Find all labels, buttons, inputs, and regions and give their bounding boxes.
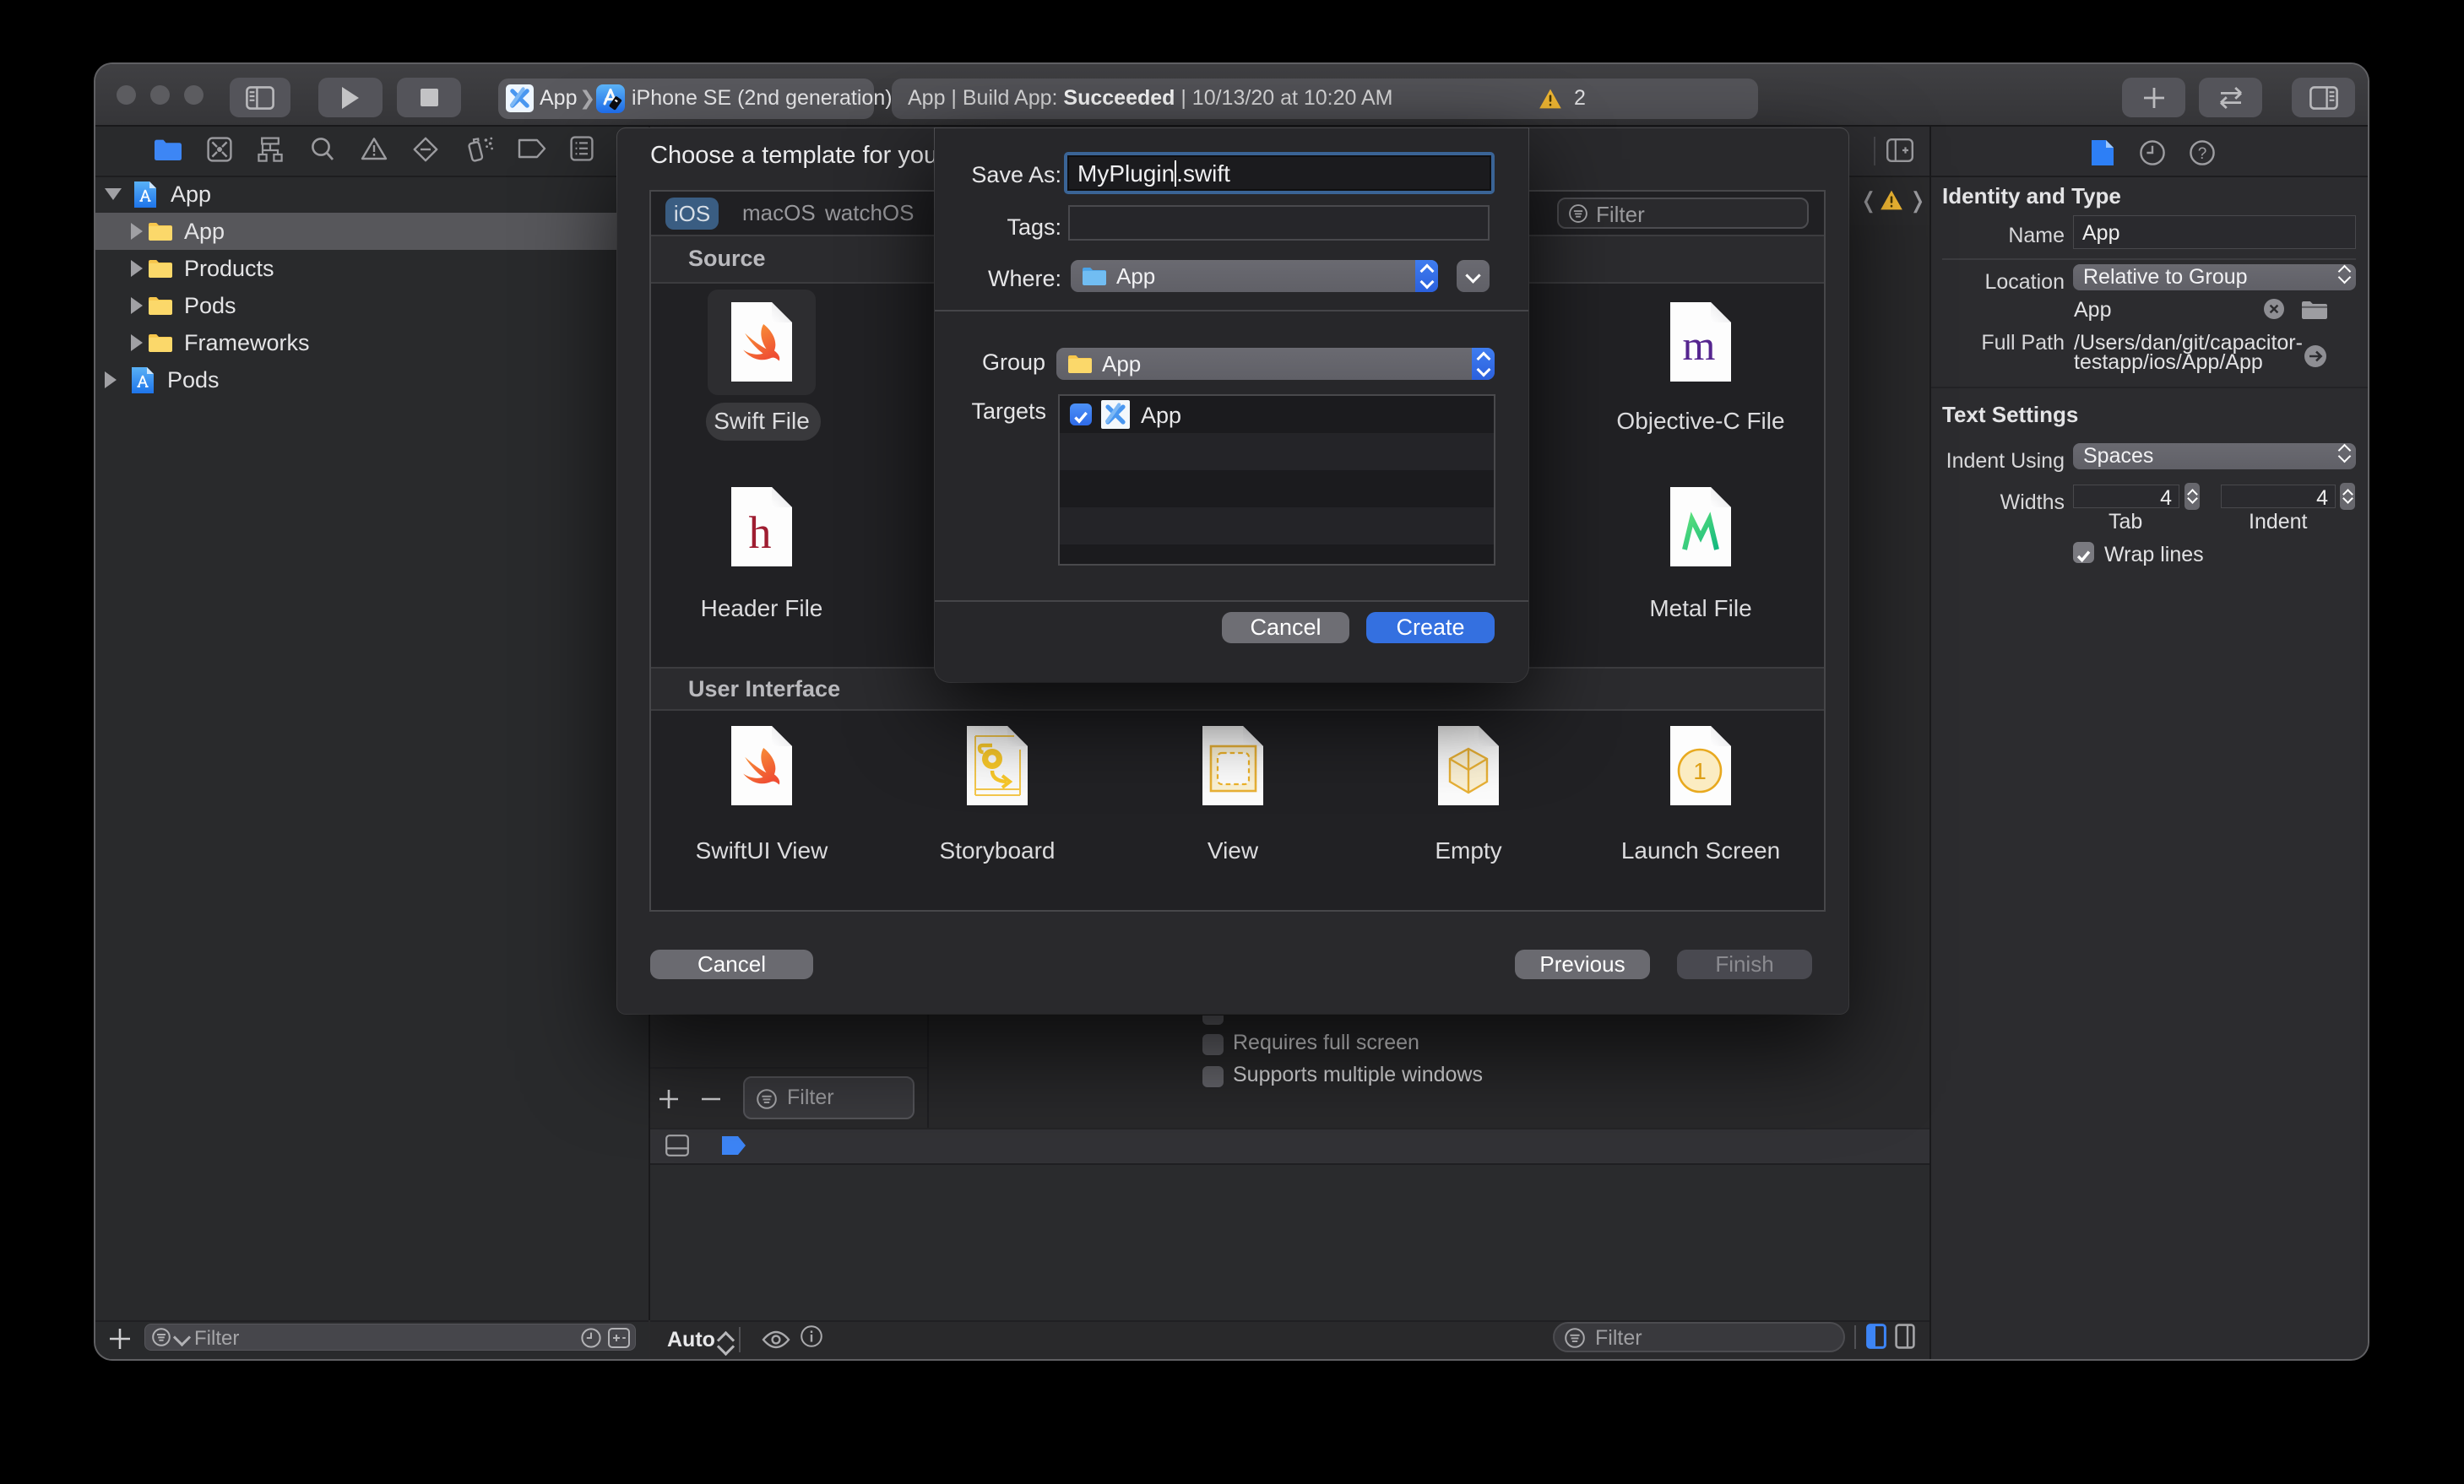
svg-text:?: ? — [2198, 145, 2207, 163]
svg-text:m: m — [1683, 322, 1716, 369]
svg-text:1: 1 — [1693, 758, 1707, 784]
svg-text:h: h — [749, 507, 772, 558]
